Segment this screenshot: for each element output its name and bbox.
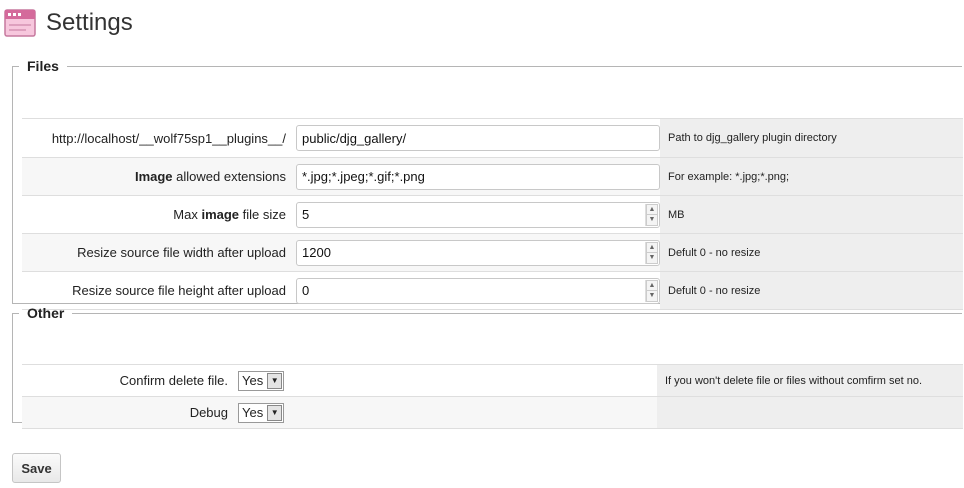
resize-width-help: Defult 0 - no resize (660, 233, 963, 272)
spin-down-icon[interactable]: ▼ (646, 253, 658, 264)
other-table: Confirm delete file. Yes ▼ If you won't … (22, 364, 963, 429)
table-row: Image allowed extensions For example: *.… (22, 157, 963, 196)
files-table: http://localhost/__wolf75sp1__plugins__/… (22, 118, 963, 310)
spin-down-icon[interactable]: ▼ (646, 215, 658, 226)
resize-height-label: Resize source file height after upload (22, 271, 296, 310)
plugin-path-help: Path to djg_gallery plugin directory (660, 118, 963, 158)
settings-icon (4, 9, 36, 37)
files-fieldset: Files http://localhost/__wolf75sp1__plug… (12, 58, 963, 310)
other-fieldset: Other Confirm delete file. Yes ▼ If you … (12, 305, 963, 429)
other-legend: Other (27, 305, 65, 321)
confirm-delete-help: If you won't delete file or files withou… (657, 364, 963, 397)
table-row: Confirm delete file. Yes ▼ If you won't … (22, 364, 963, 397)
plugin-path-label: http://localhost/__wolf75sp1__plugins__/ (22, 118, 296, 158)
allowed-extensions-help: For example: *.jpg;*.png; (660, 157, 963, 196)
save-button[interactable]: Save (12, 453, 61, 483)
spin-up-icon[interactable]: ▲ (646, 203, 658, 215)
chevron-down-icon: ▼ (267, 372, 283, 389)
resize-width-label: Resize source file width after upload (22, 233, 296, 272)
table-row: http://localhost/__wolf75sp1__plugins__/… (22, 118, 963, 158)
table-row: Max image file size ▲▼ MB (22, 195, 963, 234)
spin-down-icon[interactable]: ▼ (646, 291, 658, 302)
debug-help (657, 396, 963, 429)
max-file-size-stepper: ▲▼ (296, 201, 660, 228)
resize-height-input[interactable] (296, 277, 660, 304)
page-title: Settings (46, 9, 133, 36)
resize-height-help: Defult 0 - no resize (660, 271, 963, 310)
max-file-size-input[interactable] (296, 201, 660, 228)
allowed-extensions-label: Image allowed extensions (22, 157, 296, 196)
table-row: Resize source file height after upload ▲… (22, 271, 963, 310)
debug-select[interactable]: Yes ▼ (238, 402, 285, 423)
spin-up-icon[interactable]: ▲ (646, 241, 658, 253)
resize-height-stepper: ▲▼ (296, 277, 660, 304)
allowed-extensions-input[interactable] (296, 163, 660, 190)
debug-label: Debug (22, 396, 238, 429)
spin-up-icon[interactable]: ▲ (646, 279, 658, 291)
confirm-delete-label: Confirm delete file. (22, 364, 238, 397)
files-legend: Files (27, 58, 59, 74)
plugin-path-input[interactable] (296, 125, 660, 151)
confirm-delete-select[interactable]: Yes ▼ (238, 370, 285, 391)
chevron-down-icon: ▼ (267, 404, 283, 421)
confirm-delete-value: Yes (242, 373, 264, 388)
debug-value: Yes (242, 405, 264, 420)
max-file-size-help: MB (660, 195, 963, 234)
max-file-size-label: Max image file size (22, 195, 296, 234)
resize-width-input[interactable] (296, 239, 660, 266)
page-header: Settings (4, 6, 133, 40)
table-row: Debug Yes ▼ (22, 396, 963, 429)
resize-width-stepper: ▲▼ (296, 239, 660, 266)
table-row: Resize source file width after upload ▲▼… (22, 233, 963, 272)
